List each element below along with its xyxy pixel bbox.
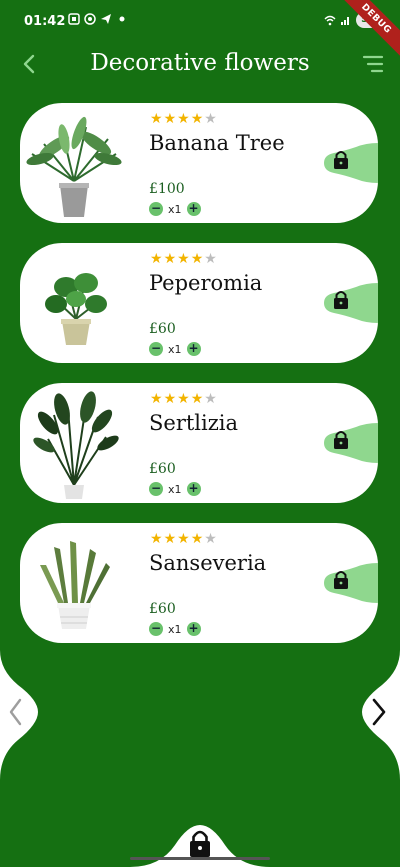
star-icon: ★ bbox=[190, 251, 204, 267]
star-icon: ★ bbox=[204, 111, 217, 127]
minus-button[interactable]: − bbox=[149, 482, 163, 496]
quantity-stepper: − x1 + bbox=[149, 622, 201, 636]
lock-button[interactable] bbox=[316, 143, 378, 183]
telegram-icon bbox=[101, 14, 111, 24]
star-rating: ★ ★ ★ ★ ★ bbox=[150, 392, 217, 406]
status-notification-icons bbox=[68, 13, 128, 25]
quantity-stepper: − x1 + bbox=[149, 342, 201, 356]
star-icon: ★ bbox=[163, 111, 177, 127]
wifi-icon bbox=[324, 15, 336, 26]
plus-button[interactable]: + bbox=[186, 342, 201, 356]
whatsapp-icon bbox=[84, 13, 96, 25]
lock-button[interactable] bbox=[316, 563, 378, 603]
star-rating: ★ ★ ★ ★ ★ bbox=[150, 112, 217, 126]
menu-icon[interactable] bbox=[360, 54, 384, 74]
plant-price: £60 bbox=[149, 461, 176, 477]
sertlizia-image bbox=[33, 391, 119, 499]
plus-button[interactable]: + bbox=[186, 482, 201, 496]
star-icon: ★ bbox=[163, 531, 177, 547]
plant-name: Sanseveria bbox=[149, 551, 267, 575]
previous-page-button[interactable] bbox=[0, 650, 46, 780]
plant-card[interactable]: ★ ★ ★ ★ ★ Banana Tree £100 − x1 + bbox=[20, 103, 378, 223]
star-icon: ★ bbox=[190, 531, 204, 547]
next-page-button[interactable] bbox=[354, 650, 400, 780]
plant-card[interactable]: ★ ★ ★ ★ ★ Peperomia £60 − x1 + bbox=[20, 243, 378, 363]
plant-price: £60 bbox=[149, 601, 176, 617]
plant-name: Peperomia bbox=[149, 271, 263, 295]
star-icon: ★ bbox=[150, 111, 163, 127]
quantity-count: x1 bbox=[168, 342, 182, 356]
plus-button[interactable]: + bbox=[186, 622, 201, 636]
quantity-count: x1 bbox=[168, 622, 182, 636]
star-icon: ★ bbox=[177, 251, 190, 267]
star-icon: ★ bbox=[177, 531, 190, 547]
signal-icon bbox=[341, 17, 350, 25]
app-header: Decorative flowers bbox=[0, 44, 400, 90]
star-icon: ★ bbox=[163, 251, 177, 267]
lock-button[interactable] bbox=[316, 423, 378, 463]
star-rating: ★ ★ ★ ★ ★ bbox=[150, 532, 217, 546]
minus-button[interactable]: − bbox=[149, 622, 163, 636]
star-icon: ★ bbox=[177, 391, 190, 407]
star-icon: ★ bbox=[150, 531, 163, 547]
sanseveria-image bbox=[40, 541, 110, 629]
plant-price: £100 bbox=[149, 181, 185, 197]
star-icon: ★ bbox=[163, 391, 177, 407]
minus-button[interactable]: − bbox=[149, 202, 163, 216]
dot-icon bbox=[119, 16, 125, 22]
star-icon: ★ bbox=[204, 251, 217, 267]
status-bar: 01:42 52 DEBUG bbox=[0, 0, 400, 61]
plant-price: £60 bbox=[149, 321, 176, 337]
screenshot-icon bbox=[68, 13, 80, 25]
plant-name: Banana Tree bbox=[149, 131, 285, 155]
peperomia-image bbox=[45, 273, 107, 345]
quantity-count: x1 bbox=[168, 202, 182, 216]
quantity-stepper: − x1 + bbox=[149, 202, 201, 216]
star-icon: ★ bbox=[150, 251, 163, 267]
star-icon: ★ bbox=[177, 111, 190, 127]
star-icon: ★ bbox=[190, 391, 204, 407]
banana-tree-image bbox=[26, 116, 122, 217]
bottom-lock-button[interactable] bbox=[130, 815, 270, 867]
star-icon: ★ bbox=[204, 531, 217, 547]
plant-card[interactable]: ★ ★ ★ ★ ★ Sertlizia £60 − x1 + bbox=[20, 383, 378, 503]
star-icon: ★ bbox=[150, 391, 163, 407]
star-icon: ★ bbox=[204, 391, 217, 407]
gesture-bar bbox=[130, 857, 270, 860]
plant-card[interactable]: ★ ★ ★ ★ ★ Sanseveria £60 − x1 + bbox=[20, 523, 378, 643]
plus-button[interactable]: + bbox=[186, 202, 201, 216]
star-icon: ★ bbox=[190, 111, 204, 127]
lock-button[interactable] bbox=[316, 283, 378, 323]
star-rating: ★ ★ ★ ★ ★ bbox=[150, 252, 217, 266]
plant-name: Sertlizia bbox=[149, 411, 239, 435]
minus-button[interactable]: − bbox=[149, 342, 163, 356]
quantity-count: x1 bbox=[168, 482, 182, 496]
status-time: 01:42 bbox=[24, 14, 66, 29]
quantity-stepper: − x1 + bbox=[149, 482, 201, 496]
page-title: Decorative flowers bbox=[90, 50, 310, 76]
